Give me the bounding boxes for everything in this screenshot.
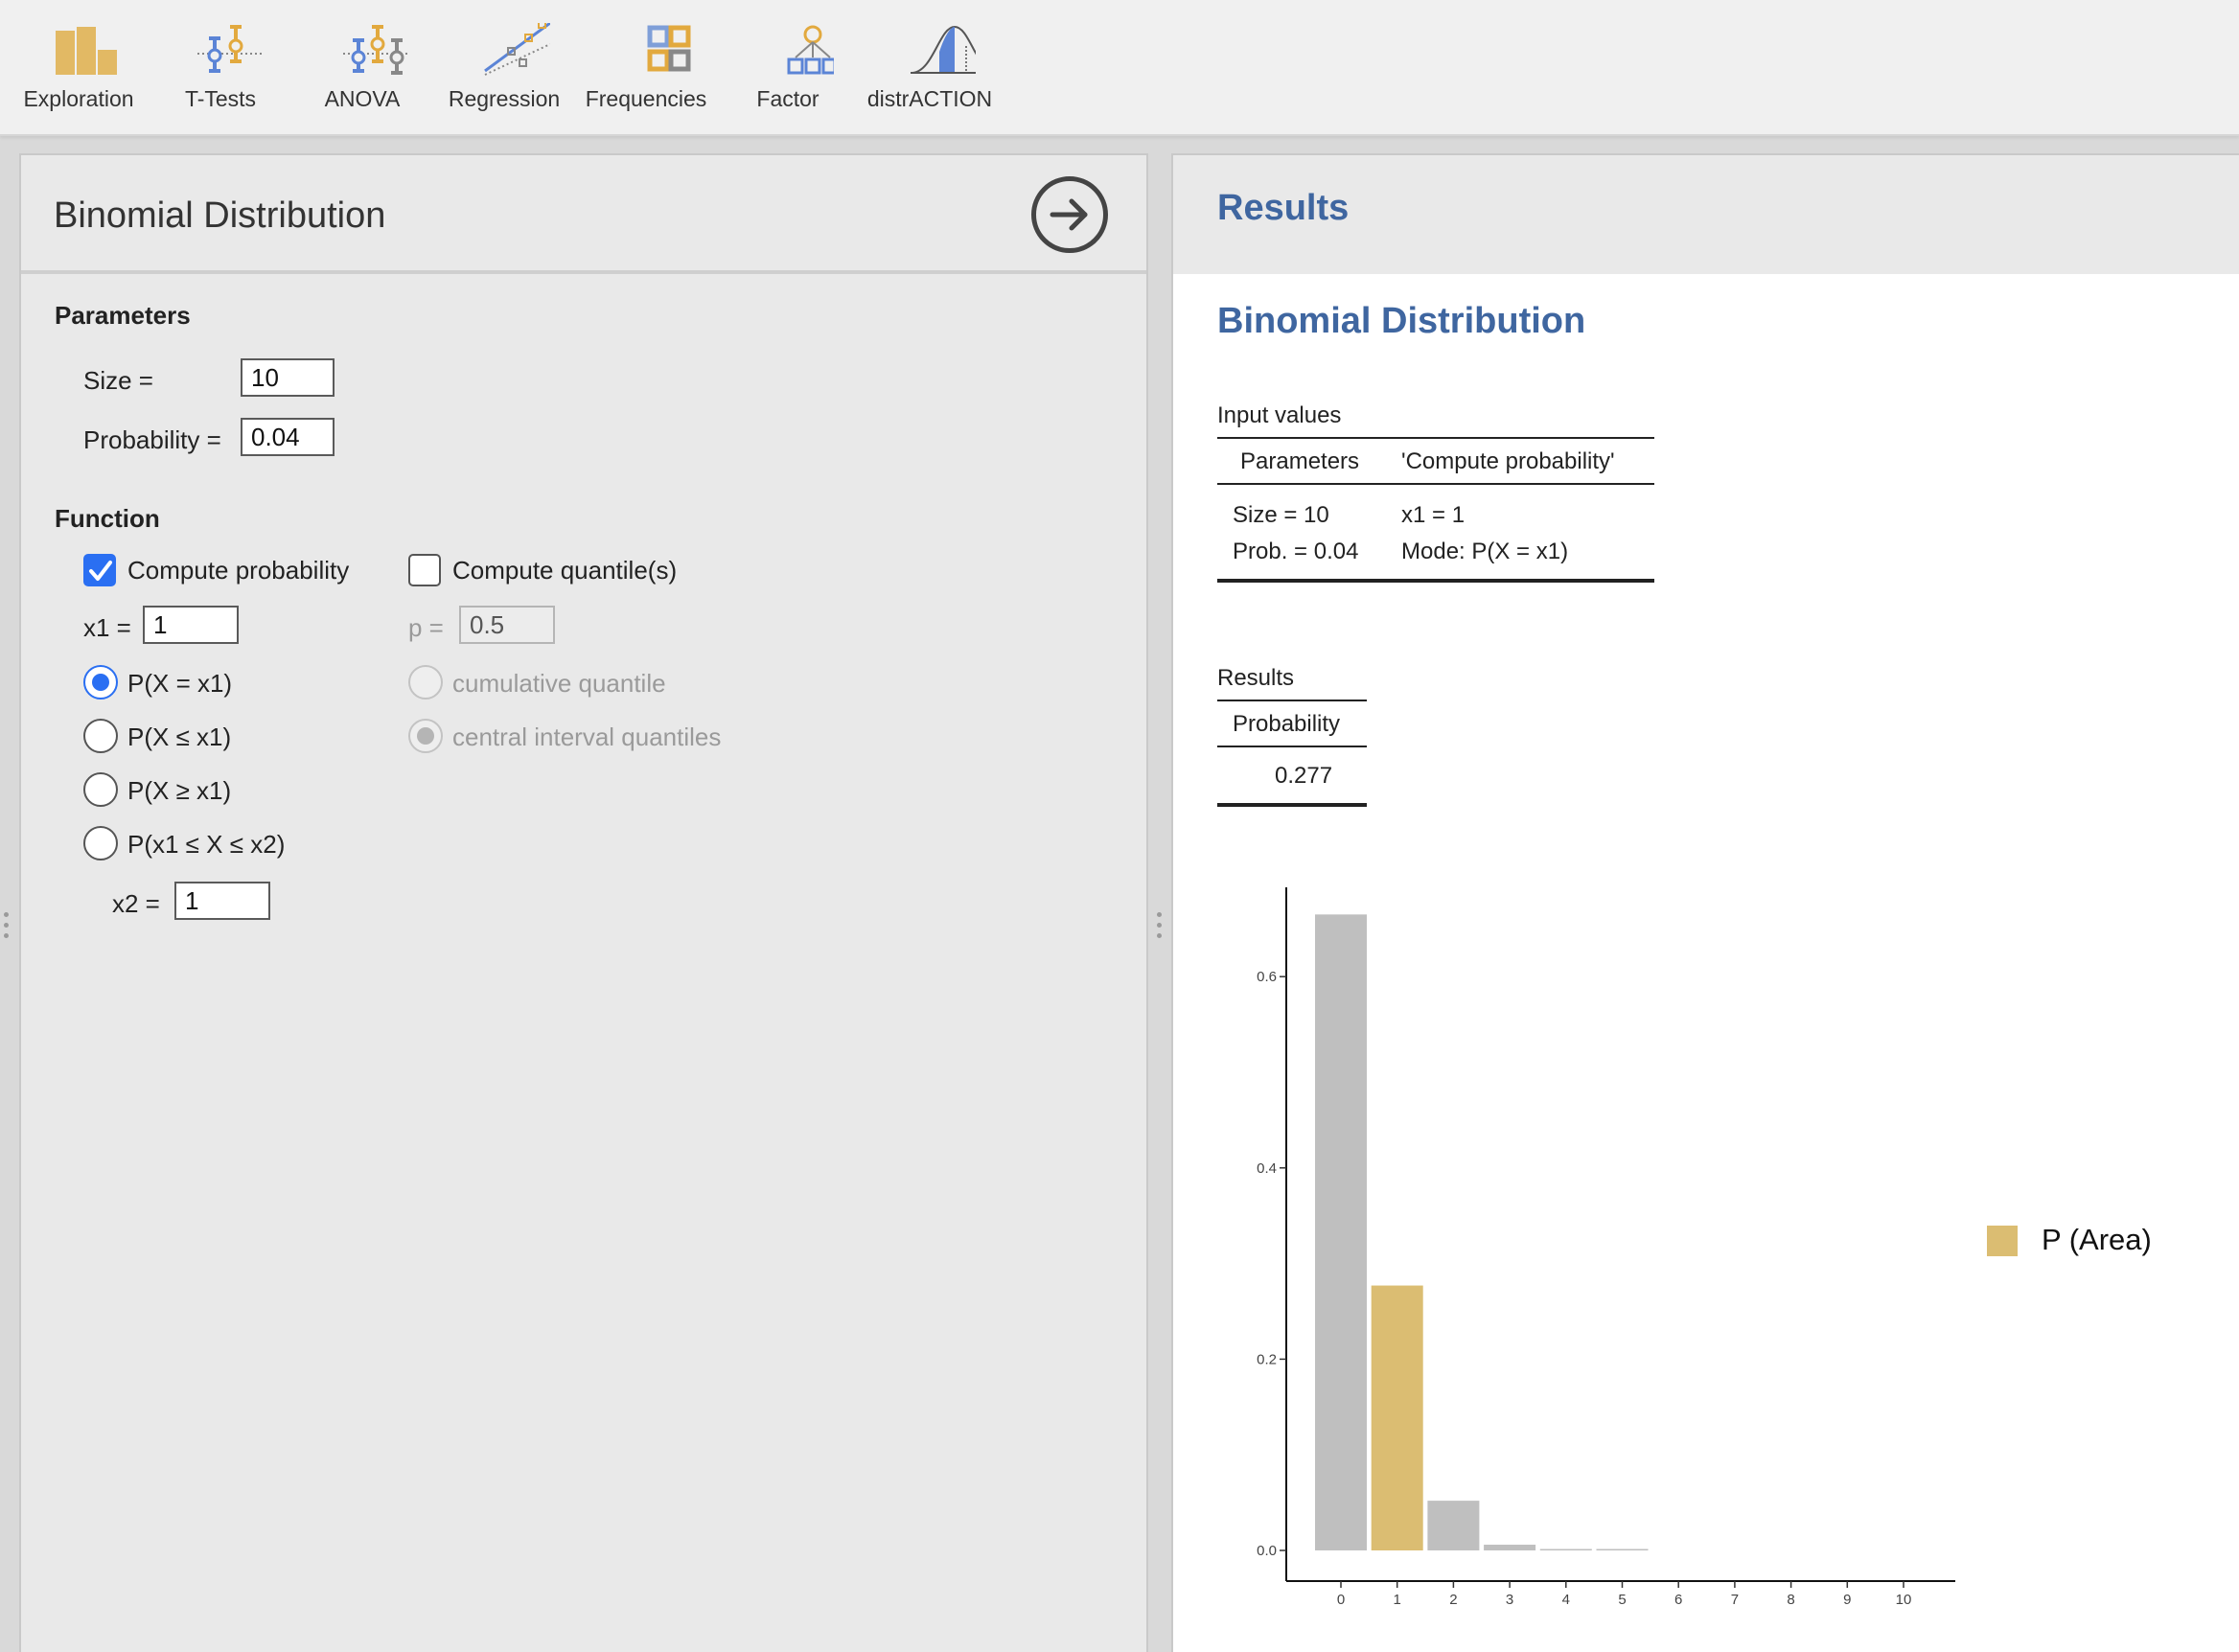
results-panel: Results Binomial Distribution Input valu… (1171, 153, 2239, 1652)
probability-input[interactable] (241, 418, 335, 456)
y-tick-label: 0.0 (1257, 1543, 1277, 1559)
analysis-title: Binomial Distribution (54, 195, 386, 236)
panel-splitter-grip[interactable] (1157, 912, 1163, 939)
x-tick-label: 7 (1731, 1592, 1739, 1608)
p-equal-x1-label: P(X = x1) (127, 669, 233, 698)
regression-icon (484, 23, 550, 76)
compute-probability-checkbox[interactable] (83, 554, 116, 586)
x1-label: x1 = (83, 613, 131, 642)
checkmark-icon (89, 561, 112, 581)
radio-central-interval-quantiles[interactable] (408, 719, 443, 753)
bar-5 (1596, 1549, 1649, 1550)
radio-p-ge-x1[interactable] (83, 772, 118, 807)
binomial-bar-chart: 0.0 0.2 0.4 0.6 0 1 2 3 4 5 6 7 8 9 10 (1257, 887, 1955, 1608)
run-arrow-button[interactable] (1031, 176, 1108, 253)
factor-button[interactable]: Factor (717, 0, 859, 136)
anova-button[interactable]: ANOVA (291, 0, 433, 136)
t-tests-icon (197, 25, 263, 73)
p-le-x1-label: P(X ≤ x1) (127, 723, 232, 751)
p-label: p = (408, 613, 444, 642)
y-tick-label: 0.6 (1257, 969, 1277, 985)
radio-p-le-x1[interactable] (83, 719, 118, 753)
frequencies-icon (647, 25, 691, 72)
size-input[interactable] (241, 358, 335, 397)
x2-input[interactable] (174, 882, 270, 920)
parameters-heading: Parameters (55, 301, 191, 330)
frequencies-button[interactable]: Frequencies (575, 0, 717, 136)
compute-quantiles-checkbox[interactable] (408, 554, 441, 586)
exploration-button[interactable]: Exploration (8, 0, 150, 136)
x-tick-label: 4 (1562, 1592, 1570, 1608)
radio-p-between[interactable] (83, 826, 118, 860)
x-tick-label: 10 (1896, 1592, 1912, 1608)
options-panel: Binomial Distribution Parameters Size = … (19, 153, 1148, 1652)
bar-3 (1484, 1545, 1536, 1550)
x-tick-label: 6 (1674, 1592, 1682, 1608)
function-heading: Function (55, 504, 160, 533)
exploration-icon (56, 27, 117, 75)
bar-4 (1539, 1549, 1592, 1550)
y-tick-label: 0.2 (1257, 1351, 1277, 1367)
compute-quantiles-label: Compute quantile(s) (452, 556, 678, 585)
p-ge-x1-label: P(X ≥ x1) (127, 776, 232, 805)
bar-2 (1427, 1501, 1480, 1550)
x-tick-label: 8 (1787, 1592, 1794, 1608)
y-tick-label: 0.4 (1257, 1160, 1277, 1177)
ribbon-toolbar: Exploration T-Tests ANOVA Regression Fre… (0, 0, 2239, 136)
cumulative-quantile-label: cumulative quantile (452, 669, 666, 698)
left-splitter-grip[interactable] (4, 912, 10, 939)
bar-0 (1315, 914, 1367, 1550)
arrow-right-icon (1050, 198, 1088, 231)
options-header: Binomial Distribution (21, 155, 1146, 274)
p-input[interactable] (459, 606, 555, 644)
radio-cumulative-quantile[interactable] (408, 665, 443, 700)
radio-p-equal-x1[interactable] (83, 665, 118, 700)
x-tick-label: 1 (1394, 1592, 1401, 1608)
x-tick-label: 5 (1618, 1592, 1626, 1608)
probability-label: Probability = (83, 425, 221, 454)
bar-1 (1371, 1285, 1423, 1550)
central-interval-quantiles-label: central interval quantiles (452, 723, 722, 751)
factor-icon (787, 25, 834, 75)
distraction-button[interactable]: distrACTION (859, 0, 1001, 136)
x2-label: x2 = (112, 889, 160, 918)
x1-input[interactable] (143, 606, 239, 644)
x-tick-label: 0 (1337, 1592, 1345, 1608)
distribution-icon (911, 25, 976, 74)
x-tick-label: 2 (1449, 1592, 1457, 1608)
x-tick-label: 3 (1506, 1592, 1513, 1608)
anova-icon (343, 25, 408, 75)
size-label: Size = (83, 366, 153, 395)
legend-label: P (Area) (2042, 1223, 2152, 1256)
regression-button[interactable]: Regression (433, 0, 575, 136)
p-between-label: P(x1 ≤ X ≤ x2) (127, 830, 286, 859)
compute-probability-label: Compute probability (127, 556, 350, 585)
t-tests-button[interactable]: T-Tests (150, 0, 291, 136)
legend-swatch (1987, 1226, 2018, 1256)
x-tick-label: 9 (1843, 1592, 1851, 1608)
